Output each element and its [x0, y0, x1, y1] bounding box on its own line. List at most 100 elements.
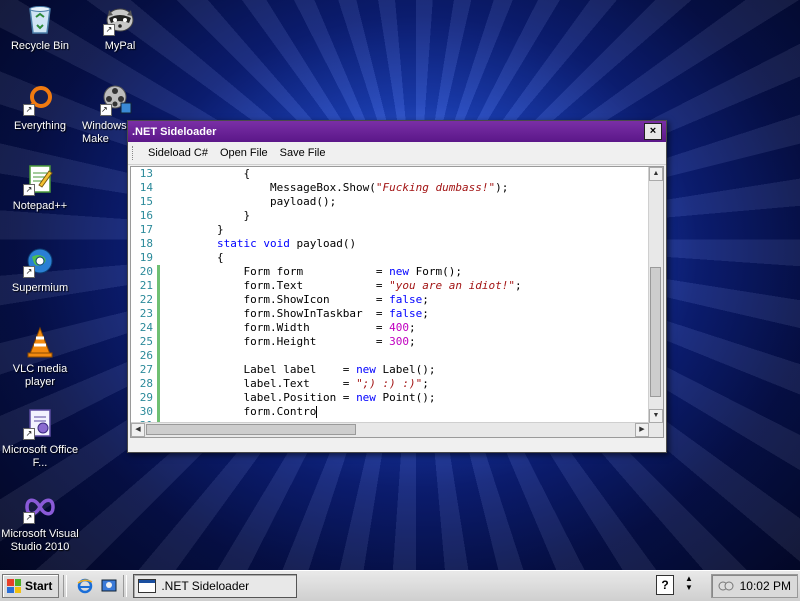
change-marker — [157, 223, 160, 237]
office-icon: ↗ — [23, 406, 57, 440]
code-line[interactable]: 30 form.Contro — [131, 405, 649, 419]
code-token: } — [164, 209, 251, 222]
taskbar-item-label: .NET Sideloader — [161, 579, 250, 593]
desktop-icon-notepad-plus-plus[interactable]: ↗ Notepad++ — [0, 162, 80, 213]
code-token: ; — [409, 321, 416, 334]
change-marker — [157, 293, 160, 307]
desktop-icon-everything[interactable]: ↗ Everything — [0, 82, 80, 133]
line-number: 18 — [139, 237, 153, 250]
change-marker — [157, 377, 160, 391]
line-number: 22 — [139, 293, 153, 306]
code-line[interactable]: 25 form.Height = 300; — [131, 335, 649, 349]
toolbar-grip-icon[interactable] — [132, 146, 136, 160]
code-token: "Fucking dumbass!" — [375, 181, 496, 194]
traffic-cone-icon — [23, 325, 57, 359]
code-line[interactable]: 26 — [131, 349, 649, 363]
change-marker — [157, 363, 160, 377]
infinity-icon: ↗ — [23, 490, 57, 524]
code-line[interactable]: 20 Form form = new Form(); — [131, 265, 649, 279]
change-marker — [157, 195, 160, 209]
window-titlebar[interactable]: .NET Sideloader × — [128, 121, 666, 142]
taskbar-separator — [63, 575, 68, 597]
code-line[interactable]: 19 { — [131, 251, 649, 265]
scroll-down-arrow-icon[interactable]: ▼ — [649, 409, 663, 423]
network-icon[interactable] — [718, 578, 734, 594]
horizontal-scrollbar[interactable]: ◀ ▶ — [131, 422, 649, 437]
scroll-up-arrow-icon[interactable]: ▲ — [649, 167, 663, 181]
menu-sideload-csharp[interactable]: Sideload C# — [142, 147, 214, 159]
change-marker — [157, 391, 160, 405]
scroll-right-arrow-icon[interactable]: ▶ — [635, 423, 649, 437]
vertical-scroll-thumb[interactable] — [650, 267, 661, 397]
desktop-icon-supermium[interactable]: ↗ Supermium — [0, 244, 80, 295]
code-token: ; — [422, 307, 429, 320]
change-marker — [157, 307, 160, 321]
line-number: 29 — [139, 391, 153, 404]
desktop-icon-microsoft-office[interactable]: ↗ Microsoft Office F... — [0, 406, 80, 470]
recycle-bin-icon — [23, 2, 57, 36]
window-app-icon — [138, 579, 157, 593]
shortcut-arrow-icon: ↗ — [23, 266, 35, 278]
code-line[interactable]: 21 form.Text = "you are an idiot!"; — [131, 279, 649, 293]
code-token: new — [389, 265, 410, 278]
taskbar-separator — [123, 575, 128, 597]
desktop-icon-recycle-bin[interactable]: Recycle Bin — [0, 2, 80, 53]
shortcut-arrow-icon: ↗ — [23, 184, 35, 196]
desktop-icon-label: Supermium — [11, 282, 69, 294]
code-editor[interactable]: 13 {14 MessageBox.Show("Fucking dumbass!… — [130, 166, 664, 438]
desktop-icon-vlc[interactable]: VLC media player — [0, 325, 80, 389]
code-token: ; — [422, 377, 429, 390]
shortcut-arrow-icon: ↗ — [23, 104, 35, 116]
window-title: .NET Sideloader — [132, 125, 217, 138]
code-token: form.ShowIcon = — [164, 293, 390, 306]
line-number: 28 — [139, 377, 153, 390]
code-line[interactable]: 15 payload(); — [131, 195, 649, 209]
code-token: ";) :) :)" — [356, 377, 423, 390]
code-token: ; — [409, 335, 416, 348]
code-line[interactable]: 17 } — [131, 223, 649, 237]
taskbar-item-sideloader[interactable]: .NET Sideloader — [133, 574, 298, 598]
horizontal-scroll-thumb[interactable] — [146, 424, 356, 435]
code-line[interactable]: 13 { — [131, 167, 649, 181]
taskbar: Start .NET Sideloader ? ▲ ▼ 10:02 PM — [0, 570, 800, 601]
code-token: static void — [216, 237, 290, 250]
code-line[interactable]: 29 label.Position = new Point(); — [131, 391, 649, 405]
notepad-icon: ↗ — [23, 162, 57, 196]
shortcut-arrow-icon: ↗ — [103, 24, 115, 36]
code-line[interactable]: 24 form.Width = 400; — [131, 321, 649, 335]
text-caret — [316, 406, 318, 418]
code-token: form.Width = — [164, 321, 390, 334]
code-line[interactable]: 27 Label label = new Label(); — [131, 363, 649, 377]
desktop-icon-visual-studio[interactable]: ↗ Microsoft Visual Studio 2010 — [0, 490, 80, 554]
code-line[interactable]: 23 form.ShowInTaskbar = false; — [131, 307, 649, 321]
scroll-left-arrow-icon[interactable]: ◀ — [131, 423, 145, 437]
start-button[interactable]: Start — [2, 574, 60, 598]
show-desktop-icon[interactable] — [99, 576, 119, 596]
help-icon[interactable]: ? — [656, 575, 674, 595]
code-line[interactable]: 18 static void payload() — [131, 237, 649, 251]
code-token: new — [356, 391, 376, 404]
code-line[interactable]: 22 form.ShowIcon = false; — [131, 293, 649, 307]
film-reel-icon: ↗ — [100, 82, 134, 116]
line-number: 14 — [139, 181, 153, 194]
code-line[interactable]: 16 } — [131, 209, 649, 223]
internet-explorer-icon[interactable] — [75, 576, 95, 596]
desktop-icon-mypal[interactable]: ↗ MyPal — [80, 2, 160, 53]
clock[interactable]: 10:02 PM — [740, 579, 791, 593]
close-button[interactable]: × — [644, 123, 662, 140]
code-token: ); — [495, 181, 509, 194]
desktop-icon-label: Notepad++ — [12, 200, 68, 212]
change-marker — [157, 265, 160, 279]
code-area[interactable]: 13 {14 MessageBox.Show("Fucking dumbass!… — [131, 167, 649, 423]
line-number: 19 — [139, 251, 153, 264]
menu-save-file[interactable]: Save File — [274, 147, 332, 159]
code-token: ; — [422, 293, 429, 306]
change-marker — [157, 335, 160, 349]
vertical-scrollbar[interactable]: ▲ ▼ — [648, 167, 663, 423]
language-arrows-icon[interactable]: ▲ ▼ — [684, 574, 694, 592]
code-token: new — [356, 363, 376, 376]
desktop-icon-label: Recycle Bin — [10, 40, 70, 52]
code-line[interactable]: 14 MessageBox.Show("Fucking dumbass!"); — [131, 181, 649, 195]
code-line[interactable]: 28 label.Text = ";) :) :)"; — [131, 377, 649, 391]
menu-open-file[interactable]: Open File — [214, 147, 274, 159]
